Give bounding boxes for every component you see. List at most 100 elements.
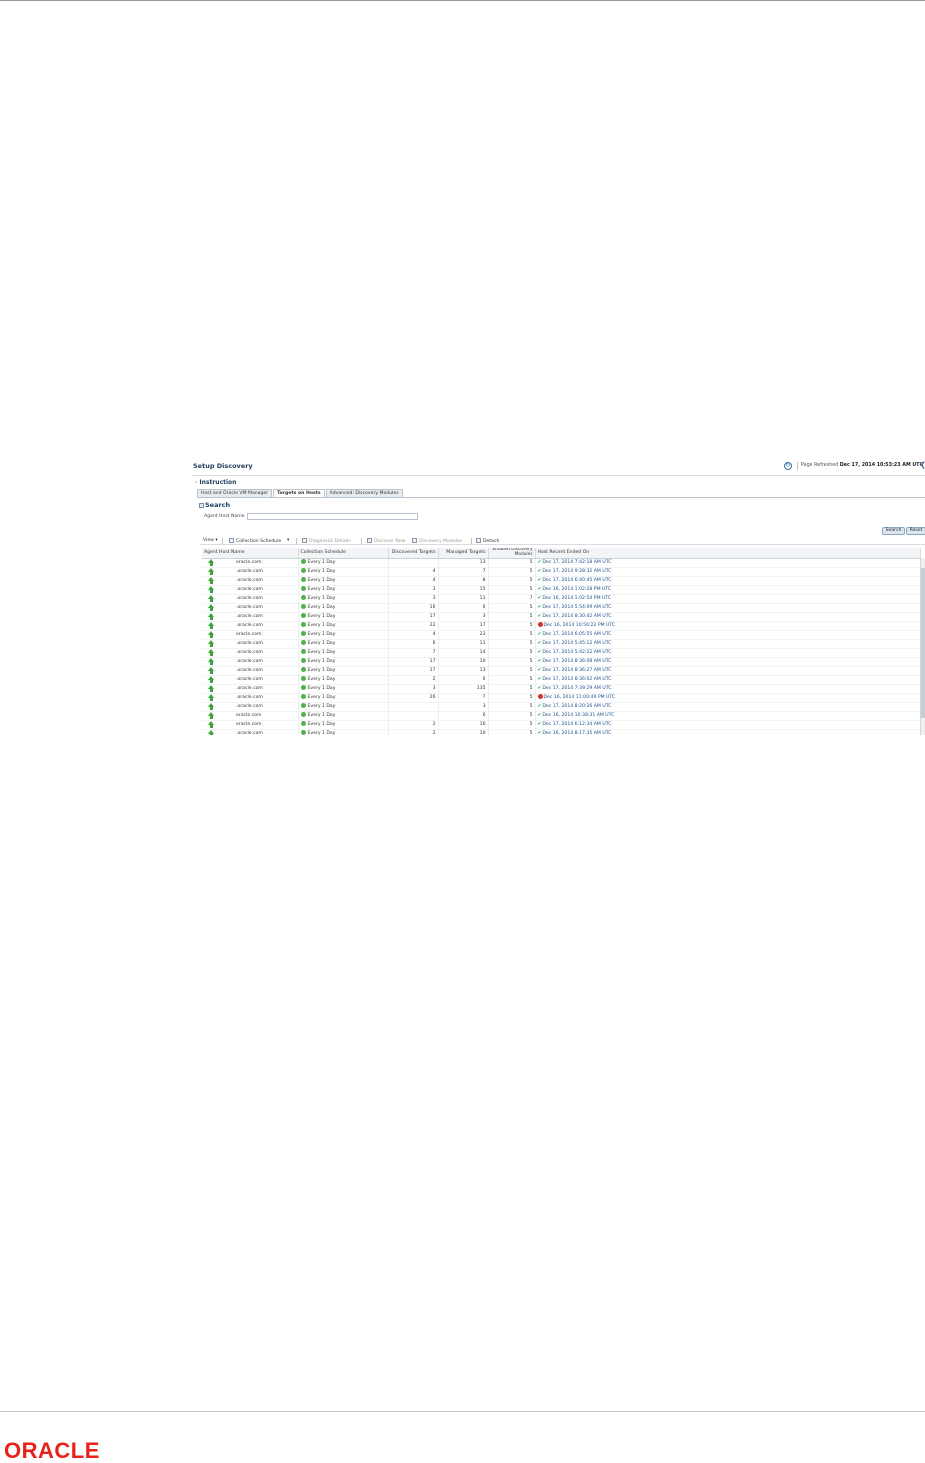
- managed-targets-value[interactable]: 10: [480, 731, 486, 736]
- reset-button[interactable]: Reset: [906, 527, 925, 535]
- table-row[interactable]: .oracle.com Every 1 Day 17 13 5 ✔Dec 17, 2014…: [202, 666, 921, 676]
- host-recent-ended-on-value[interactable]: Dec 16, 2014 1:02:28 PM UTC: [542, 587, 611, 592]
- discovered-targets-value[interactable]: 2: [433, 677, 436, 682]
- table-row[interactable]: .oracle.com Every 1 Day 3 5 ✔Dec 17, 2014 8:…: [202, 702, 921, 712]
- table-row[interactable]: .oracle.com Every 1 Day 3 11 7 ✔Dec 16, 2014 …: [202, 594, 921, 604]
- discovered-targets-value[interactable]: 26: [430, 695, 436, 700]
- discovered-targets-value[interactable]: 7: [433, 650, 436, 655]
- view-menu[interactable]: View ▾: [203, 538, 218, 543]
- host-name[interactable]: oracle.com: [236, 632, 261, 637]
- discovery-modules-button[interactable]: Discovery Modules: [412, 538, 462, 544]
- host-name[interactable]: .oracle.com: [236, 668, 263, 673]
- table-row[interactable]: .oracle.com Every 1 Day 4 8 5 ✔Dec 17, 2014 6…: [202, 576, 921, 586]
- host-recent-ended-on-value[interactable]: Dec 17, 2014 7:42:18 AM UTC: [542, 560, 611, 565]
- collection-schedule-arrow[interactable]: ▾: [287, 538, 289, 543]
- managed-targets-value[interactable]: 3: [483, 704, 486, 709]
- host-name[interactable]: .oracle.com: [236, 677, 263, 682]
- managed-targets-value[interactable]: 11: [480, 596, 486, 601]
- managed-targets-value[interactable]: 11: [480, 641, 486, 646]
- discovered-targets-value[interactable]: 4: [433, 632, 436, 637]
- table-row[interactable]: .oracle.com Every 1 Day 17 3 5 ✔Dec 17, 2014 …: [202, 612, 921, 622]
- managed-targets-value[interactable]: 10: [480, 659, 486, 664]
- collection-schedule-button[interactable]: Collection Schedule: [229, 538, 281, 544]
- discovered-targets-value[interactable]: 3: [433, 596, 436, 601]
- table-row[interactable]: .oracle.com Every 1 Day 2 10 5 ✔Dec 16, 2014 …: [202, 729, 921, 736]
- host-recent-ended-on-value[interactable]: Dec 16, 2014 10:38:31 AM UTC: [542, 713, 614, 718]
- host-recent-ended-on-value[interactable]: Dec 17, 2014 6:12:34 AM UTC: [542, 722, 611, 727]
- host-name[interactable]: .oracle.com: [236, 731, 263, 736]
- table-row[interactable]: .oracle.com Every 1 Day 3 135 5 ✔Dec 17, 2014…: [202, 684, 921, 694]
- host-name[interactable]: .oracle.com: [236, 695, 263, 700]
- host-name[interactable]: .oracle.com: [236, 569, 263, 574]
- managed-targets-value[interactable]: 6: [483, 605, 486, 610]
- discovered-targets-value[interactable]: 3: [433, 686, 436, 691]
- host-name[interactable]: oracle.com: [236, 722, 261, 727]
- table-row[interactable]: oracle.com Every 1 Day 6 5 ✔Dec 16, 2014 10:…: [202, 711, 921, 721]
- discovered-targets-value[interactable]: 2: [433, 731, 436, 736]
- host-name[interactable]: .oracle.com: [236, 605, 263, 610]
- discovered-targets-value[interactable]: 16: [430, 605, 436, 610]
- managed-targets-value[interactable]: 16: [480, 722, 486, 727]
- host-name[interactable]: .oracle.com: [236, 614, 263, 619]
- host-recent-ended-on-value[interactable]: Dec 17, 2014 6:05:55 AM UTC: [542, 632, 611, 637]
- host-name[interactable]: .oracle.com: [236, 704, 263, 709]
- managed-targets-value[interactable]: 17: [480, 623, 486, 628]
- search-section-title[interactable]: Search: [199, 501, 230, 509]
- host-recent-ended-on-value[interactable]: Dec 17, 2014 8:36:08 AM UTC: [542, 659, 611, 664]
- host-name[interactable]: .oracle.com: [236, 596, 263, 601]
- host-name[interactable]: .oracle.com: [236, 587, 263, 592]
- agent-host-name-input[interactable]: [247, 513, 418, 520]
- discovered-targets-value[interactable]: 4: [433, 569, 436, 574]
- host-name[interactable]: oracle.com: [236, 713, 261, 718]
- column-header-discovered-targets[interactable]: Discovered Targets: [388, 548, 439, 559]
- table-row[interactable]: .oracle.com Every 1 Day 16 6 5 ✔Dec 17, 2014 …: [202, 603, 921, 613]
- host-recent-ended-on-value[interactable]: Dec 16, 2014 8:17:35 AM UTC: [542, 731, 611, 736]
- managed-targets-value[interactable]: 23: [480, 632, 486, 637]
- discovered-targets-value[interactable]: 17: [430, 668, 436, 673]
- host-recent-ended-on-value[interactable]: Dec 17, 2014 5:54:09 AM UTC: [542, 605, 611, 610]
- table-row[interactable]: .oracle.com Every 1 Day 7 14 5 ✔Dec 17, 2014 …: [202, 648, 921, 658]
- detach-button[interactable]: Detach: [476, 538, 499, 544]
- host-name[interactable]: .oracle.com: [236, 578, 263, 583]
- table-row[interactable]: .oracle.com Every 1 Day 26 7 5 Dec 16, 2014 1…: [202, 693, 921, 703]
- host-name[interactable]: .oracle.com: [236, 641, 263, 646]
- managed-targets-value[interactable]: 13: [480, 560, 486, 565]
- discovered-targets-value[interactable]: 22: [430, 623, 436, 628]
- host-recent-ended-on-value[interactable]: Dec 17, 2014 5:42:22 AM UTC: [542, 650, 611, 655]
- diagnostic-details-button[interactable]: Diagnostic Details: [302, 538, 351, 544]
- managed-targets-value[interactable]: 7: [483, 695, 486, 700]
- managed-targets-value[interactable]: 6: [483, 677, 486, 682]
- search-button[interactable]: Search: [882, 527, 905, 535]
- host-recent-ended-on-value[interactable]: Dec 16, 2014 1:02:54 PM UTC: [542, 596, 611, 601]
- host-recent-ended-on-value[interactable]: Dec 16, 2014 10:56:22 PM UTC: [544, 623, 616, 628]
- table-row[interactable]: .oracle.com Every 1 Day 3 15 5 ✔Dec 16, 2014 …: [202, 585, 921, 595]
- host-name[interactable]: .oracle.com: [236, 686, 263, 691]
- discovered-targets-value[interactable]: 17: [430, 614, 436, 619]
- table-row[interactable]: oracle.com Every 1 Day 4 23 5 ✔Dec 17, 2014 6…: [202, 630, 921, 640]
- column-header-collection-schedule[interactable]: Collection Schedule: [298, 548, 389, 559]
- discover-now-button[interactable]: Discover Now: [367, 538, 405, 544]
- scrollbar-thumb[interactable]: [921, 568, 925, 718]
- host-recent-ended-on-value[interactable]: Dec 17, 2014 5:45:12 AM UTC: [542, 641, 611, 646]
- managed-targets-value[interactable]: 3: [483, 614, 486, 619]
- instruction-toggle[interactable]: › Instruction: [195, 479, 236, 486]
- host-recent-ended-on-value[interactable]: Dec 17, 2014 9:28:32 AM UTC: [542, 569, 611, 574]
- discovered-targets-value[interactable]: 17: [430, 659, 436, 664]
- vertical-scrollbar[interactable]: [920, 558, 925, 735]
- table-row[interactable]: .oracle.com Every 1 Day 4 7 5 ✔Dec 17, 2014 9…: [202, 567, 921, 577]
- host-recent-ended-on-value[interactable]: Dec 17, 2014 8:36:27 AM UTC: [542, 668, 611, 673]
- table-row[interactable]: .oracle.com Every 1 Day 22 17 5 Dec 16, 2014 …: [202, 621, 921, 631]
- table-row[interactable]: .oracle.com Every 1 Day 6 11 5 ✔Dec 17, 2014 …: [202, 639, 921, 649]
- column-header-agent-host-name[interactable]: Agent Host Name: [202, 548, 299, 559]
- managed-targets-value[interactable]: 8: [483, 578, 486, 583]
- discovered-targets-value[interactable]: 4: [433, 578, 436, 583]
- host-name[interactable]: .oracle.com: [236, 623, 263, 628]
- host-name[interactable]: oracle.com: [236, 560, 261, 565]
- managed-targets-value[interactable]: 15: [480, 587, 486, 592]
- host-recent-ended-on-value[interactable]: Dec 17, 2014 8:20:26 AM UTC: [542, 704, 611, 709]
- managed-targets-value[interactable]: 13: [480, 668, 486, 673]
- table-row[interactable]: oracle.com Every 1 Day 13 5 ✔Dec 17, 2014 7:…: [202, 558, 921, 568]
- refresh-icon[interactable]: ↻: [784, 462, 792, 470]
- host-recent-ended-on-value[interactable]: Dec 17, 2014 6:40:45 AM UTC: [542, 578, 611, 583]
- managed-targets-value[interactable]: 6: [483, 713, 486, 718]
